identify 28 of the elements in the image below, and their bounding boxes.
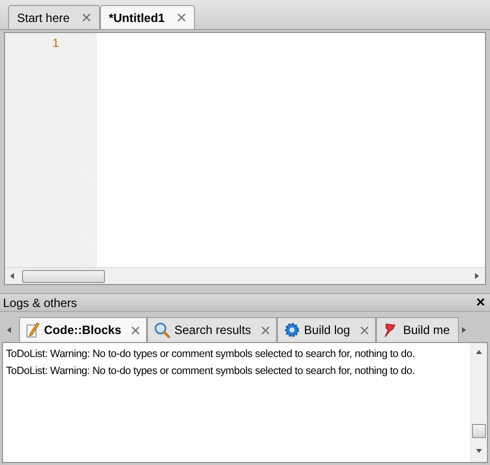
close-icon[interactable] — [131, 326, 140, 334]
line-number: 1 — [52, 36, 59, 51]
log-tab[interactable]: Build me — [376, 317, 459, 342]
scroll-right-icon[interactable] — [474, 272, 481, 280]
scroll-up-icon[interactable] — [475, 349, 482, 357]
log-message: ToDoList: Warning: No to-do types or comment symbols selected to search for, nothing to do. — [6, 347, 416, 362]
close-icon[interactable] — [261, 326, 270, 334]
close-icon[interactable] — [82, 13, 91, 22]
horizontal-scrollbar[interactable] — [5, 267, 485, 284]
close-panel-button[interactable]: × — [474, 295, 487, 310]
close-icon[interactable] — [360, 326, 370, 334]
log-tab[interactable]: Build log — [277, 317, 376, 342]
close-icon[interactable] — [176, 13, 186, 22]
editor-tab[interactable]: Start here — [8, 5, 100, 29]
log-tab[interactable]: Code::Blocks — [19, 317, 148, 342]
scroll-left-icon[interactable] — [9, 272, 16, 280]
scrollbar-thumb[interactable] — [22, 270, 105, 282]
tab-scroll-left-icon[interactable] — [6, 326, 13, 334]
vertical-scrollbar[interactable] — [470, 343, 487, 462]
log-tab[interactable]: Search results — [147, 317, 278, 342]
gear-icon — [284, 322, 300, 338]
scrollbar-thumb[interactable] — [472, 424, 486, 438]
search-icon — [154, 322, 170, 338]
editor-tab[interactable]: *Untitled1 — [100, 5, 195, 29]
log-message: ToDoList: Warning: No to-do types or comment symbols selected to search for, nothing to do. — [6, 364, 416, 379]
tab-scroll-right-icon[interactable] — [460, 326, 468, 334]
pencil-icon — [26, 322, 40, 338]
panel-title: Logs & others — [3, 294, 78, 312]
